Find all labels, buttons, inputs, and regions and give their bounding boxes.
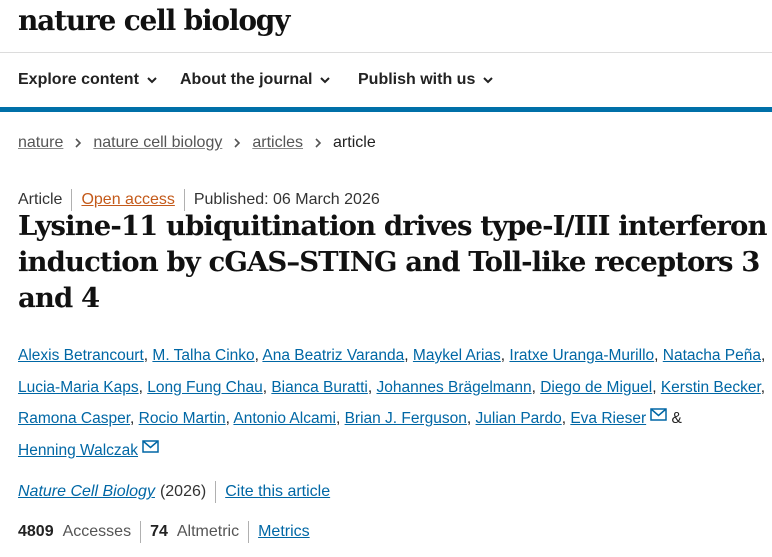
- divider: [248, 521, 250, 543]
- author-link[interactable]: Kerstin Becker: [661, 379, 761, 396]
- chevron-right-icon: [234, 138, 241, 148]
- author-link[interactable]: Rocio Martin: [139, 410, 226, 427]
- article-title: Lysine-11 ubiquitination drives type-I/I…: [18, 210, 767, 314]
- author-link[interactable]: Maykel Arias: [413, 347, 501, 364]
- divider: [140, 521, 142, 543]
- nav-item-label: Explore content: [18, 71, 139, 88]
- chevron-down-icon: [147, 77, 157, 84]
- accesses-label: Accesses: [62, 523, 132, 540]
- author-link[interactable]: Alexis Betrancourt: [18, 347, 144, 364]
- author-link[interactable]: Ana Beatriz Varanda: [262, 347, 404, 364]
- breadcrumb: nature nature cell biology articles arti…: [18, 134, 376, 152]
- nav-accent-bar: [0, 107, 772, 112]
- author-link-corresponding[interactable]: Henning Walczak: [18, 442, 138, 459]
- author-link[interactable]: Bianca Buratti: [271, 379, 368, 396]
- chevron-down-icon: [320, 77, 331, 84]
- author-link[interactable]: Lucia-Maria Kaps: [18, 379, 139, 396]
- chevron-down-icon: [483, 77, 494, 84]
- author-link[interactable]: Natacha Peña: [663, 347, 761, 364]
- chevron-right-icon: [315, 138, 322, 148]
- breadcrumb-link-journal[interactable]: nature cell biology: [93, 134, 222, 152]
- breadcrumb-current: article: [333, 134, 376, 151]
- nav-about-journal[interactable]: About the journal: [180, 71, 331, 89]
- author-link[interactable]: Ramona Casper: [18, 410, 130, 427]
- nav-item-label: About the journal: [180, 71, 313, 88]
- chevron-right-icon: [75, 138, 82, 148]
- article-type: Article: [18, 191, 63, 208]
- nav-explore-content[interactable]: Explore content: [18, 71, 158, 89]
- nav-item-label: Publish with us: [358, 71, 476, 88]
- author-link[interactable]: Johannes Brägelmann: [376, 379, 531, 396]
- altmetric-label: Altmetric: [176, 523, 240, 540]
- altmetric-count: 74: [150, 523, 168, 540]
- author-link[interactable]: Julian Pardo: [476, 410, 562, 427]
- journal-link[interactable]: Nature Cell Biology: [18, 483, 155, 501]
- metrics-link[interactable]: Metrics: [258, 523, 310, 541]
- divider: [215, 481, 217, 503]
- author-link[interactable]: Antonio Alcami: [233, 410, 336, 427]
- open-access-link[interactable]: Open access: [81, 191, 174, 209]
- published-date: Published: 06 March 2026: [193, 191, 380, 208]
- breadcrumb-link-articles[interactable]: articles: [252, 134, 303, 152]
- author-link[interactable]: M. Talha Cinko: [152, 347, 254, 364]
- author-conjunction: &: [671, 410, 682, 427]
- author-link[interactable]: Iratxe Uranga-Murillo: [509, 347, 654, 364]
- citation-year: (2026): [159, 483, 207, 500]
- cite-this-article-link[interactable]: Cite this article: [225, 483, 330, 501]
- author-link[interactable]: Long Fung Chau: [147, 379, 262, 396]
- author-link[interactable]: Brian J. Ferguson: [345, 410, 467, 427]
- site-logo[interactable]: nature cell biology: [18, 4, 290, 37]
- envelope-icon[interactable]: [650, 408, 667, 421]
- author-list: Alexis Betrancourt, M. Talha Cinko, Ana …: [18, 347, 766, 459]
- breadcrumb-link-nature[interactable]: nature: [18, 134, 63, 152]
- metrics-row: 4809 Accesses 74 Altmetric Metrics: [18, 521, 310, 543]
- author-link[interactable]: Diego de Miguel: [540, 379, 652, 396]
- nav-publish-with-us[interactable]: Publish with us: [358, 71, 494, 89]
- author-link-corresponding[interactable]: Eva Rieser: [570, 410, 646, 427]
- accesses-count: 4809: [18, 523, 54, 540]
- main-navigation: Explore content About the journal Publis…: [0, 53, 772, 107]
- envelope-icon[interactable]: [142, 439, 159, 453]
- citation-row: Nature Cell Biology (2026) Cite this art…: [18, 481, 330, 503]
- site-header: nature cell biology: [0, 0, 772, 53]
